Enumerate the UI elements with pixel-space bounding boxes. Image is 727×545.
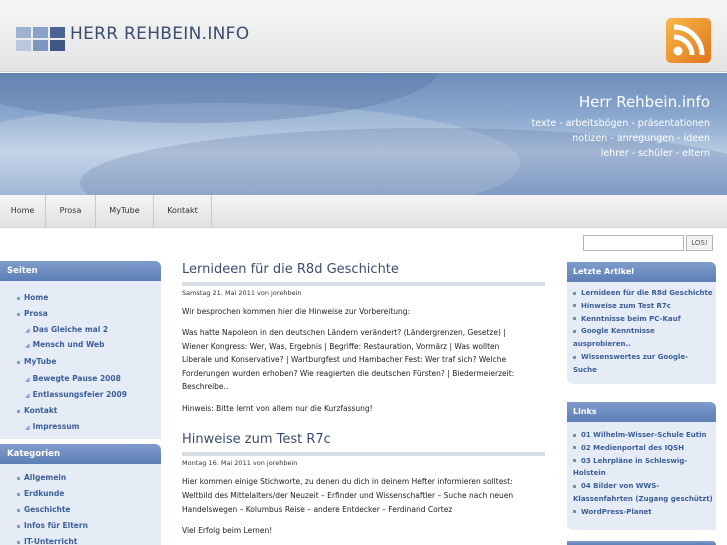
post-paragraph-line: Liberale und Konservative? | Wartburgfes… [182,355,507,364]
nav-home[interactable]: Home [0,195,46,228]
page-link-home[interactable]: Home [17,293,48,302]
site-title[interactable]: HERR REHBEIN.INFO [70,24,249,44]
post-divider [182,282,545,286]
bullet-icon [573,329,576,333]
post-paragraph: Viel Erfolg beim Lernen! [182,526,273,535]
post-paragraph-line: Beschreibe.. [182,382,229,391]
category-link[interactable]: Infos für Eltern [17,521,88,530]
banner-title: Herr Rehbein.info [578,93,710,111]
bullet-icon [573,304,576,308]
sidebar-link[interactable]: 02 Medienportal des IQSH [573,444,684,452]
post-divider [182,452,545,456]
post-paragraph-line: Was hatte Napoleon in den deutschen Länd… [182,328,506,337]
sidebar-link[interactable]: Kenntnisse beim PC-Kauf [573,315,681,323]
header-banner: Herr Rehbein.info texte - arbeitsbögen -… [0,73,727,195]
category-link[interactable]: Allgemein [17,473,66,482]
banner-tagline-2: notizen - anregungen - ideen [572,133,710,144]
post-paragraph-line: Wiener Kongress: Wer, Was, Ergebnis | Be… [182,342,500,351]
site-header: HERR REHBEIN.INFO [0,0,727,72]
sidebar-link-label: 03 Lehrpläne in Schleswig- [581,456,688,465]
page-link-prosa[interactable]: Prosa [17,309,48,318]
sidebar-link[interactable]: Wissenswertes zur Google- [573,353,688,361]
post-paragraph-line: Handelswegen – Kolumbus Reise – andere E… [182,505,453,514]
page-link-entlassungsfeier[interactable]: ◢ Entlassungsfeier 2009 [25,390,127,399]
bullet-icon [573,484,576,488]
sidebar-link-label: Google Kenntnisse [581,327,655,336]
bullet-icon [573,291,576,295]
sidebar-link-label: Hinweise zum Test R7c [581,301,671,310]
sidebar-link[interactable]: Lernideen für die R8d Geschichte [573,289,713,297]
main-nav: Home Prosa MyTube Kontakt [0,195,727,228]
sidebar-link-label: Kenntnisse beim PC-Kauf [581,314,681,323]
post-title[interactable]: Hinweise zum Test R7c [182,432,331,447]
page-link-das-gleiche-mal-2[interactable]: ◢ Das Gleiche mal 2 [25,325,108,334]
post-paragraph-line: Hier kommen einige Stichworte, zu denen … [182,477,513,486]
post-paragraph: Wir besprochen kommen hier die Hinweise … [182,307,411,316]
sidebar-link[interactable]: WordPress-Planet [573,508,652,516]
sidebar-link[interactable]: Suche [573,366,597,374]
sidebar-link[interactable]: Klassenfahrten (Zugang geschützt) [573,495,713,503]
banner-tagline-3: lehrer - schüler - eltern [600,148,710,159]
search-button[interactable]: LOS! [686,235,713,251]
category-link[interactable]: Geschichte [17,505,71,514]
recent-posts-header: Letzte Artikel [567,262,716,282]
nav-prosa[interactable]: Prosa [46,195,96,228]
sidebar-link[interactable]: Holstein [573,469,606,477]
next-widget-header [567,541,716,545]
grid-logo-icon [16,27,66,51]
page-link-impressum[interactable]: ◢ Impressum [25,422,79,431]
sidebar-link-label: ausprobieren.. [573,340,631,349]
banner-tagline-1: texte - arbeitsbögen - präsentationen [531,118,710,129]
page-link-bewegte-pause[interactable]: ◢ Bewegte Pause 2008 [25,374,121,383]
sidebar-link-label: 01 Wilhelm-Wisser-Schule Eutin [581,431,707,439]
post-meta: Samstag 21. Mai 2011 von jorehbein [182,289,302,297]
sidebar-link-label: 04 Bilder von WWS- [581,482,660,491]
sidebar-link[interactable]: 03 Lehrpläne in Schleswig- [573,457,687,465]
bullet-icon [573,355,576,359]
bullet-icon [573,433,576,437]
sidebar-link[interactable]: Hinweise zum Test R7c [573,302,671,310]
sidebar-link-label: Klassenfahrten (Zugang geschützt) [573,495,713,503]
post-paragraph-line: Weltbild des Mittelalters/der Neuzeit – … [182,491,514,500]
category-link[interactable]: IT-Unterricht [17,537,77,545]
nav-kontakt[interactable]: Kontakt [154,195,212,228]
bullet-icon [573,446,576,450]
post-paragraph-line: Forderungen wurden erhoben? Wie reagiert… [182,369,515,378]
bullet-icon [573,317,576,321]
sidebar-link[interactable]: Google Kenntnisse [573,327,655,335]
sidebar-link-label: Suche [573,365,597,374]
nav-mytube[interactable]: MyTube [96,195,154,228]
bullet-icon [573,459,576,463]
pages-header: Seiten [0,261,161,281]
bullet-icon [573,510,576,514]
post-paragraph: Hinweis: Bitte lernt von allem nur die K… [182,404,373,413]
category-link[interactable]: Erdkunde [17,489,64,498]
sidebar-link-label: Lernideen für die R8d Geschichte [581,289,713,297]
links-header: Links [567,402,716,422]
sidebar-link-label: Holstein [573,469,606,478]
sidebar-link-label: Wissenswertes zur Google- [581,353,689,361]
sidebar-link-label: 02 Medienportal des IQSH [581,443,685,452]
sidebar-link[interactable]: ausprobieren.. [573,340,631,348]
page-link-mytube[interactable]: MyTube [17,357,56,366]
post-title[interactable]: Lernideen für die R8d Geschichte [182,262,399,277]
page-link-mensch-und-web[interactable]: ◢ Mensch und Web [25,340,105,349]
sidebar-link[interactable]: 04 Bilder von WWS- [573,482,659,490]
post-meta: Montag 16. Mai 2011 von jorehbein [182,459,298,467]
sidebar-link[interactable]: 01 Wilhelm-Wisser-Schule Eutin [573,431,707,439]
sidebar-link-label: WordPress-Planet [581,507,652,516]
rss-feed-icon[interactable] [666,18,711,63]
categories-header: Kategorien [0,444,161,464]
search-input[interactable] [583,235,684,251]
page-link-kontakt[interactable]: Kontakt [17,406,57,415]
